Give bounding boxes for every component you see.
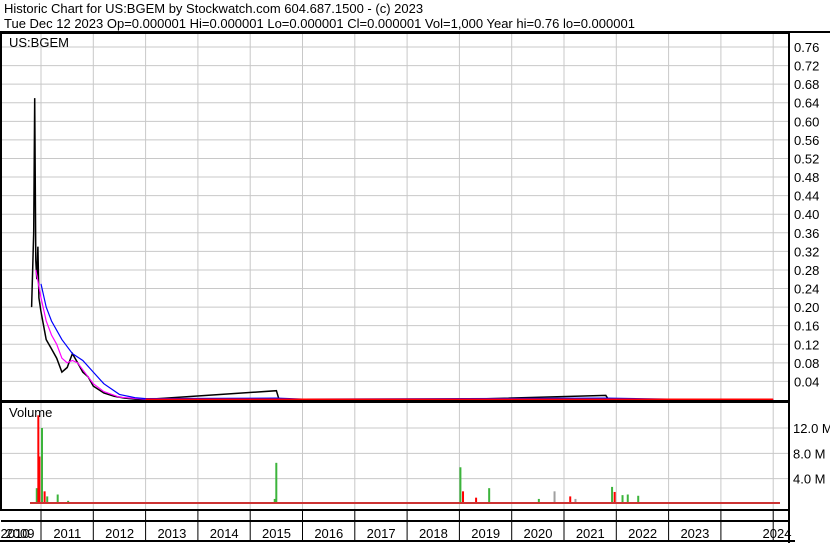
x-tick-label: 2010: [1, 526, 30, 541]
price-y-tick-label: 0.28: [794, 263, 819, 278]
chart-window: Historic Chart for US:BGEM by Stockwatch…: [0, 0, 830, 543]
x-tick-label: 2022: [628, 526, 657, 541]
x-tick-label: 2020: [524, 526, 553, 541]
x-tick-label: 2012: [105, 526, 134, 541]
volume-y-tick-label: 4.0 M: [793, 472, 826, 487]
price-panel-title: US:BGEM: [9, 35, 69, 50]
x-tick-label: 2016: [314, 526, 343, 541]
price-y-tick-label: 0.24: [794, 282, 819, 297]
price-series-price: [30, 98, 774, 401]
price-y-tick-label: 0.36: [794, 226, 819, 241]
x-tick-label: 2015: [262, 526, 291, 541]
chart-canvas: US:BGEM Volume 20092010 2011 2012 2013 2014 2…: [0, 31, 830, 543]
x-tick-label: 2021: [576, 526, 605, 541]
volume-panel-title: Volume: [9, 405, 52, 420]
price-y-tick-label: 0.40: [794, 207, 819, 222]
price-y-tick-label: 0.56: [794, 133, 819, 148]
price-y-tick-label: 0.44: [794, 189, 819, 204]
x-tick-label: 2014: [210, 526, 239, 541]
volume-bar: [41, 428, 43, 504]
price-y-tick-label: 0.16: [794, 319, 819, 334]
volume-bar: [611, 486, 614, 504]
x-tick-label: 2017: [367, 526, 396, 541]
volume-y-tick-label: 8.0 M: [793, 446, 826, 461]
price-y-tick-label: 0.52: [794, 151, 819, 166]
volume-bar: [459, 467, 462, 504]
x-tick-label: 2018: [419, 526, 448, 541]
x-tick-label: 2013: [157, 526, 186, 541]
x-tick-label: 2011: [53, 526, 81, 541]
price-series-moving-average-short: [35, 269, 774, 401]
volume-bar: [275, 462, 278, 504]
price-panel-border: [0, 32, 790, 402]
price-y-tick-label: 0.76: [794, 40, 819, 55]
x-tick-label: 2024: [763, 526, 792, 541]
price-y-tick-label: 0.32: [794, 244, 819, 259]
price-y-tick-label: 0.60: [794, 114, 819, 129]
price-y-tick-label: 0.68: [794, 77, 819, 92]
x-tick-label: 2019: [471, 526, 500, 541]
price-y-tick-label: 0.12: [794, 337, 819, 352]
volume-bar: [38, 456, 41, 504]
price-y-tick-label: 0.04: [794, 374, 819, 389]
volume-panel-border: [0, 401, 790, 511]
price-y-tick-label: 0.48: [794, 170, 819, 185]
volume-y-tick-label: 12.0 M: [793, 421, 830, 436]
price-y-tick-label: 0.64: [794, 96, 819, 111]
price-y-tick-label: 0.08: [794, 356, 819, 371]
x-tick-label: 2023: [680, 526, 709, 541]
price-y-tick-label: 0.72: [794, 59, 819, 74]
volume-bar: [488, 488, 491, 504]
price-y-tick-label: 0.20: [794, 300, 819, 315]
